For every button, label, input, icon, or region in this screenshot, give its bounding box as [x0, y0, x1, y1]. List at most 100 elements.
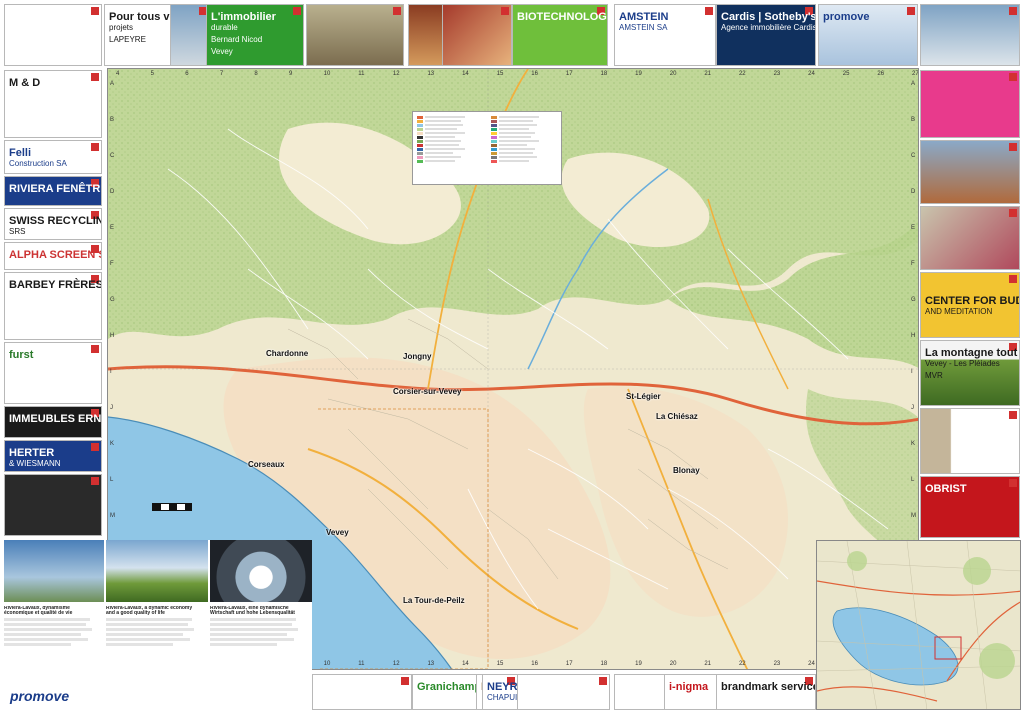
grid-label: 25: [842, 71, 850, 77]
grid-label: G: [911, 297, 916, 303]
intro-photo-1: [4, 540, 104, 602]
grid-label: D: [110, 189, 115, 195]
grid-label: 8: [254, 71, 258, 77]
ad-left-10[interactable]: [4, 474, 102, 536]
advert-number-tag: [401, 677, 409, 685]
advert-number-tag: [1009, 411, 1017, 419]
grid-label: 13: [427, 71, 435, 77]
ad-top-12[interactable]: [920, 4, 1020, 66]
place-corseaux: Corseaux: [248, 460, 285, 469]
advert-number-tag: [501, 7, 509, 15]
grid-label: 19: [635, 71, 642, 77]
ad-right-3[interactable]: [920, 206, 1020, 270]
advert-number-tag: [705, 7, 713, 15]
advert-number-tag: [1009, 275, 1017, 283]
grid-label: 4: [116, 71, 120, 77]
ad-top-3[interactable]: [170, 4, 210, 66]
inset-regional-map[interactable]: [816, 540, 1021, 710]
ad-left-5[interactable]: ALPHA SCREEN SA: [4, 242, 102, 270]
intro-text-de: Riviera-Lavaux, eine dynamische Wirtscha…: [210, 606, 306, 706]
ad-left-9[interactable]: HERTER & WIESMANN: [4, 440, 102, 472]
advert-text: RIVIERA FENÊTRES: [9, 183, 101, 195]
advert-text: BIOTECHNOLOGY: [517, 11, 608, 23]
ad-bottom-1[interactable]: [312, 674, 412, 710]
ad-top-8[interactable]: BIOTECHNOLOGY: [512, 4, 608, 66]
advert-text: Bernard Nicod: [211, 35, 263, 44]
advert-text: NEYROUD: [487, 681, 518, 693]
grid-label: E: [911, 225, 916, 231]
advert-number-tag: [91, 7, 99, 15]
place-vevey: Vevey: [326, 528, 349, 537]
inset-map-canvas: [817, 541, 1020, 709]
ad-top-1[interactable]: [4, 4, 102, 66]
ad-top-11[interactable]: promove: [818, 4, 918, 66]
ad-top-4[interactable]: L'immobilier durable Bernard Nicod Vevey: [206, 4, 304, 66]
ad-bottom-5[interactable]: NEYROUDCHAPUIS SA: [482, 674, 518, 710]
advert-text: OBRIST: [925, 483, 967, 495]
grid-label: 17: [565, 661, 573, 667]
ad-left-6[interactable]: BARBEY FRÈRES SA: [4, 272, 102, 340]
grid-label: 15: [496, 71, 504, 77]
ad-right-6[interactable]: [920, 408, 1020, 474]
advert-number-tag: [91, 143, 99, 151]
grid-label: 16: [531, 71, 538, 77]
grid-label: 23: [773, 661, 781, 667]
ad-left-2[interactable]: Felli Construction SA: [4, 140, 102, 174]
advert-number-tag: [1009, 143, 1017, 151]
ad-bottom-4[interactable]: [512, 674, 610, 710]
advert-text: Construction SA: [9, 159, 67, 168]
grid-label: E: [110, 225, 115, 231]
advert-text: Cardis | Sotheby's: [721, 11, 816, 23]
legend-column-1: [417, 115, 485, 163]
advert-number-tag: [91, 443, 99, 451]
grid-label: 16: [531, 661, 538, 667]
grid-label: A: [110, 81, 115, 87]
grid-label: 13: [427, 661, 435, 667]
place-st-legier: St-Légier: [626, 392, 661, 401]
grid-label: D: [911, 189, 916, 195]
advert-text: & WIESMANN: [9, 459, 61, 468]
place-blonay: Blonay: [673, 466, 700, 475]
ad-right-2[interactable]: [920, 140, 1020, 204]
legend-row: [417, 159, 485, 163]
grid-label: 12: [392, 71, 400, 77]
grid-label: 11: [358, 71, 365, 77]
ad-right-1[interactable]: [920, 70, 1020, 138]
intro-panel: Riviera-Lavaux, dynamisme économique et …: [4, 540, 312, 710]
grid-label: 18: [600, 661, 608, 667]
intro-title-fr: Riviera-Lavaux, dynamisme économique et …: [4, 606, 73, 616]
advert-text: Agence immobilière Cardis · Vevey: [721, 23, 816, 32]
grid-label: I: [911, 369, 913, 375]
advert-text: AND MEDITATION: [925, 307, 993, 316]
grid-label: C: [110, 153, 115, 159]
grid-label: C: [911, 153, 916, 159]
intro-title-de: Riviera-Lavaux, eine dynamische Wirtscha…: [210, 606, 295, 616]
advert-number-tag: [1009, 7, 1017, 15]
grid-label: 5: [150, 71, 154, 77]
ad-left-8[interactable]: IMMEUBLES ERNI SA: [4, 406, 102, 438]
ad-left-3[interactable]: RIVIERA FENÊTRES: [4, 176, 102, 206]
ad-right-7[interactable]: OBRIST: [920, 476, 1020, 538]
advert-text: promove: [823, 11, 870, 23]
promove-logo: promove: [10, 688, 70, 704]
ad-bottom-8[interactable]: brandmark services: [716, 674, 816, 710]
ad-top-9[interactable]: AMSTEIN AMSTEIN SA: [614, 4, 716, 66]
grid-label: 20: [669, 661, 677, 667]
grid-label: M: [110, 513, 115, 519]
advert-text: Felli: [9, 147, 32, 159]
grid-label: 23: [773, 71, 781, 77]
advert-text: CENTER FOR BUDDHIST STUDIES: [925, 295, 1019, 307]
grid-label: 27: [912, 71, 919, 77]
ad-top-7[interactable]: [442, 4, 512, 66]
advert-text: M & D: [9, 77, 41, 89]
ad-left-7[interactable]: furst: [4, 342, 102, 404]
grid-label: 21: [704, 71, 712, 77]
ad-right-5[interactable]: La montagne tout en douceurVevey - Les P…: [920, 340, 1020, 406]
ad-top-5[interactable]: [306, 4, 404, 66]
ad-left-4[interactable]: SWISS RECYCLING SERVICES SASRS: [4, 208, 102, 240]
ad-left-1[interactable]: M & D: [4, 70, 102, 138]
ad-top-10[interactable]: Cardis | Sotheby's Agence immobilière Car…: [716, 4, 816, 66]
advert-number-tag: [91, 477, 99, 485]
ad-right-4[interactable]: CENTER FOR BUDDHIST STUDIESAND MEDITATIO…: [920, 272, 1020, 338]
grid-label: K: [911, 441, 916, 447]
